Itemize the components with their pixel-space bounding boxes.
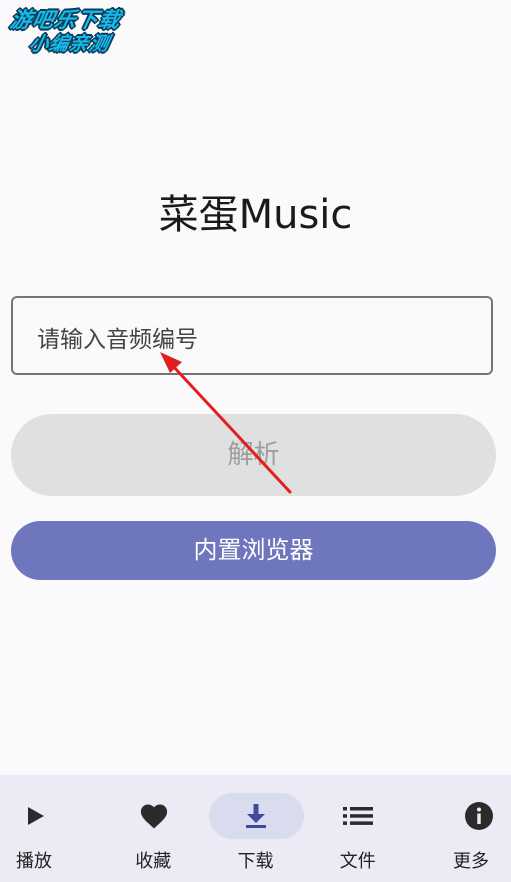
bottom-navigation: 播放 收藏 下载 文件 更多 xyxy=(0,775,511,882)
app-title: 菜蛋Music xyxy=(158,192,353,238)
nav-pill xyxy=(311,793,406,839)
nav-pill xyxy=(106,793,201,839)
nav-item-play[interactable]: 播放 xyxy=(0,775,102,882)
nav-label-download: 下载 xyxy=(237,851,274,872)
watermark-line-1: 游吧乐下载 xyxy=(8,8,124,32)
list-icon xyxy=(343,807,374,825)
app-screen: 游吧乐下载 小编亲测 菜蛋Music 请输入音频编号 解析 内置浏览器 播放 收… xyxy=(0,0,511,882)
audio-id-placeholder: 请输入音频编号 xyxy=(37,327,198,353)
nav-label-more: 更多 xyxy=(453,851,490,872)
download-icon xyxy=(246,804,266,828)
builtin-browser-button[interactable]: 内置浏览器 xyxy=(11,521,496,580)
info-icon xyxy=(465,802,494,830)
nav-item-more[interactable]: 更多 xyxy=(409,775,511,882)
play-icon xyxy=(27,807,44,825)
watermark-line-2: 小编亲测 xyxy=(27,33,112,55)
audio-id-input[interactable]: 请输入音频编号 xyxy=(11,296,493,375)
nav-item-download[interactable]: 下载 xyxy=(204,775,306,882)
watermark-logo: 游吧乐下载 小编亲测 xyxy=(3,8,153,56)
nav-item-favorites[interactable]: 收藏 xyxy=(102,775,204,882)
nav-pill-active xyxy=(208,793,304,839)
parse-button[interactable]: 解析 xyxy=(11,414,496,496)
nav-pill xyxy=(432,793,511,839)
nav-label-play: 播放 xyxy=(16,851,52,872)
nav-label-files: 文件 xyxy=(339,851,376,872)
heart-icon xyxy=(140,804,167,829)
nav-item-files[interactable]: 文件 xyxy=(307,775,409,882)
nav-label-favorites: 收藏 xyxy=(135,851,172,872)
nav-pill xyxy=(0,793,82,839)
